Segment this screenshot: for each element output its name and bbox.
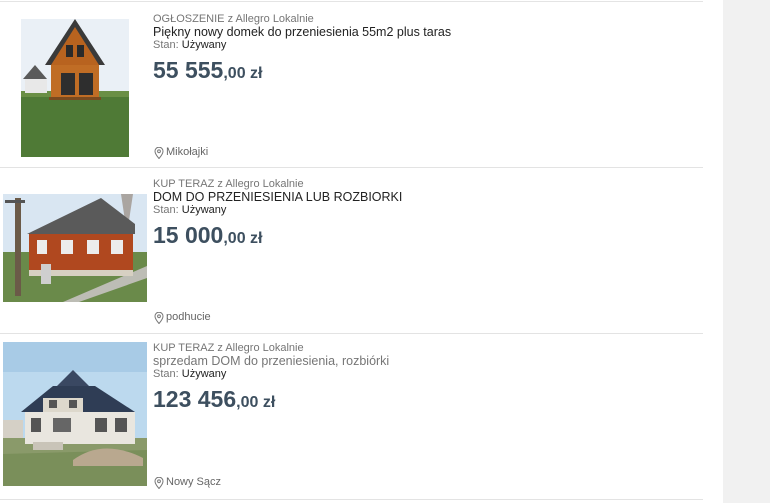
listing-condition: Stan: Używany xyxy=(153,39,226,52)
location-text: podhucie xyxy=(166,311,211,323)
listing-location: podhucie xyxy=(154,311,211,324)
price-main: 15 000 xyxy=(153,222,224,248)
map-pin-icon xyxy=(154,311,164,324)
listing-condition: Stan: Używany xyxy=(153,368,226,381)
listing-price: 55 555,00 zł xyxy=(153,57,263,87)
map-pin-icon xyxy=(154,146,164,159)
condition-label: Stan: xyxy=(153,204,179,216)
listing-photo[interactable] xyxy=(21,19,129,157)
price-fraction: ,00 zł xyxy=(223,230,263,247)
listing-price: 123 456,00 zł xyxy=(153,386,275,416)
listing-item[interactable]: OGŁOSZENIE z Allegro Lokalnie Piękny now… xyxy=(0,2,703,168)
listing-condition: Stan: Używany xyxy=(153,204,226,217)
listing-title[interactable]: Piękny nowy domek do przeniesienia 55m2 … xyxy=(153,25,451,40)
listing-location: Nowy Sącz xyxy=(154,476,221,489)
price-main: 55 555 xyxy=(153,57,224,83)
listing-photo[interactable] xyxy=(3,342,147,486)
listing-price: 15 000,00 zł xyxy=(153,222,263,252)
right-sidebar-panel xyxy=(723,0,770,503)
condition-value: Używany xyxy=(181,204,227,216)
listing-item[interactable]: KUP TERAZ z Allegro Lokalnie sprzedam DO… xyxy=(0,334,703,500)
condition-label: Stan: xyxy=(153,368,179,380)
listing-item[interactable]: KUP TERAZ z Allegro Lokalnie DOM DO PRZE… xyxy=(0,168,703,334)
location-text: Nowy Sącz xyxy=(166,476,222,488)
price-main: 123 456 xyxy=(153,386,237,412)
condition-value: Używany xyxy=(181,368,227,380)
condition-label: Stan: xyxy=(153,39,179,51)
listing-location: Mikołajki xyxy=(154,146,208,159)
listing-title[interactable]: DOM DO PRZENIESIENIA LUB ROZBIORKI xyxy=(153,190,402,205)
listing-title[interactable]: sprzedam DOM do przeniesienia, rozbiórki xyxy=(153,354,389,369)
price-fraction: ,00 zł xyxy=(223,65,263,82)
condition-value: Używany xyxy=(181,39,227,51)
price-fraction: ,00 zł xyxy=(236,394,276,411)
listing-photo[interactable] xyxy=(3,194,147,302)
location-text: Mikołajki xyxy=(166,146,209,158)
map-pin-icon xyxy=(154,476,164,489)
